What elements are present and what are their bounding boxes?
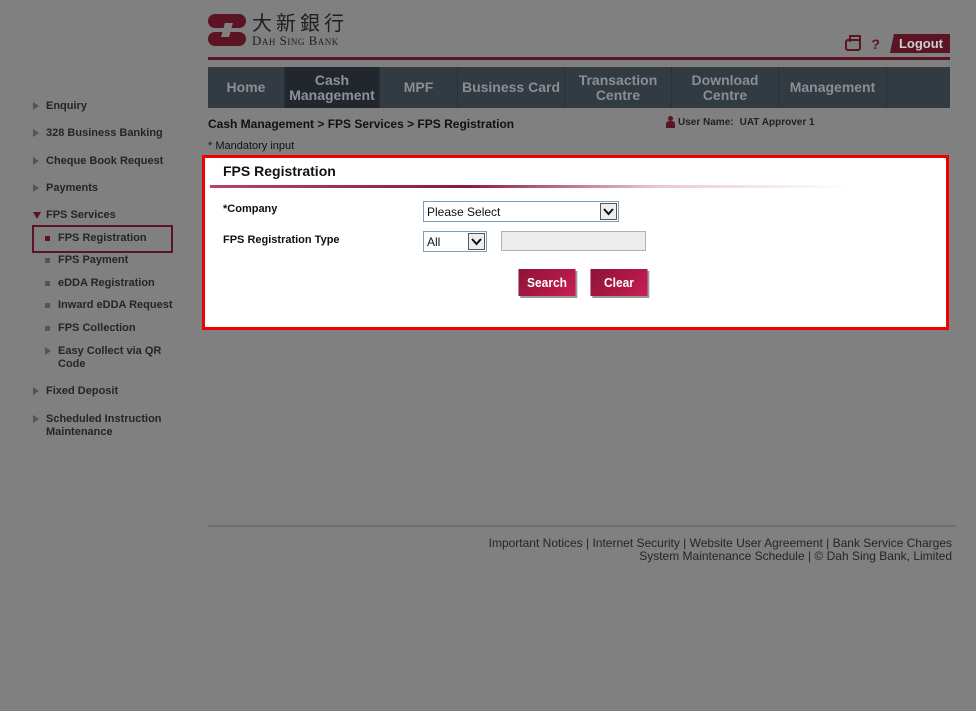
footer-link-system-maintenance-schedule[interactable]: System Maintenance Schedule <box>639 549 804 563</box>
footer: Important Notices | Internet Security | … <box>488 536 952 563</box>
sidebar-item-fixed-deposit[interactable]: Fixed Deposit <box>33 385 183 398</box>
nav-cash-management[interactable]: Cash Management <box>285 67 380 108</box>
panel-title: FPS Registration <box>223 163 336 179</box>
footer-link-important-notices[interactable]: Important Notices <box>489 536 583 550</box>
sidebar-subitem-inward-edda-request[interactable]: Inward eDDA Request <box>45 299 185 312</box>
company-label: *Company <box>223 203 278 215</box>
chevron-down-icon[interactable] <box>600 203 617 220</box>
fps-registration-panel: FPS Registration *Company Please Select … <box>202 155 949 330</box>
caret-right-icon <box>33 129 39 137</box>
sidebar-item-328-business-banking[interactable]: 328 Business Banking <box>33 127 183 140</box>
search-button[interactable]: Search <box>518 269 576 296</box>
copyright: © Dah Sing Bank, Limited <box>814 549 952 563</box>
caret-right-icon <box>33 415 39 423</box>
clear-button[interactable]: Clear <box>590 269 648 296</box>
company-select[interactable]: Please Select <box>423 201 619 222</box>
bullet-square-icon <box>45 281 50 286</box>
fps-registration-type-label: FPS Registration Type <box>223 234 340 246</box>
panel-title-divider <box>210 185 850 188</box>
fps-registration-id-input[interactable] <box>501 231 646 251</box>
company-select-value: Please Select <box>427 204 501 219</box>
user-name-value: UAT Approver 1 <box>739 116 815 128</box>
header-divider <box>208 57 950 60</box>
type-select-value: All <box>427 234 441 249</box>
top-tools: ? Logout <box>845 34 950 53</box>
nav-mpf[interactable]: MPF <box>380 67 458 108</box>
caret-right-icon <box>33 387 39 395</box>
user-info: User Name: UAT Approver 1 <box>666 116 815 128</box>
footer-divider <box>208 525 956 527</box>
bank-logo-icon <box>208 13 246 47</box>
nav-download-centre[interactable]: Download Centre <box>672 67 779 108</box>
nav-home[interactable]: Home <box>208 67 285 108</box>
footer-link-website-user-agreement[interactable]: Website User Agreement <box>690 536 823 550</box>
printer-icon[interactable] <box>845 35 862 51</box>
footer-link-internet-security[interactable]: Internet Security <box>592 536 679 550</box>
caret-right-icon <box>45 347 51 355</box>
breadcrumb: Cash Management > FPS Services > FPS Reg… <box>208 117 515 131</box>
dah-sing-bank-logo[interactable]: 大新銀行 Dah Sing Bank <box>208 12 348 48</box>
caret-right-icon <box>33 157 39 165</box>
bullet-square-icon <box>45 303 50 308</box>
user-name-label: User Name: <box>678 116 734 128</box>
fps-registration-type-select[interactable]: All <box>423 231 487 252</box>
main-nav: Home Cash Management MPF Business Card T… <box>208 67 950 108</box>
user-icon <box>666 116 675 128</box>
sidebar-item-scheduled-instruction-maintenance[interactable]: Scheduled Instruction Maintenance <box>33 413 178 439</box>
caret-right-icon <box>33 184 39 192</box>
logout-button[interactable]: Logout <box>889 34 950 53</box>
nav-transaction-centre[interactable]: Transaction Centre <box>565 67 672 108</box>
footer-link-bank-service-charges[interactable]: Bank Service Charges <box>833 536 952 550</box>
brand-name-cn: 大新銀行 <box>252 11 348 35</box>
mandatory-note: * Mandatory input <box>208 140 295 152</box>
sidebar-item-fps-services[interactable]: FPS Services <box>33 209 183 222</box>
sidebar-item-cheque-book-request[interactable]: Cheque Book Request <box>33 155 183 168</box>
chevron-down-icon[interactable] <box>468 233 485 250</box>
bullet-square-icon <box>45 326 50 331</box>
caret-right-icon <box>33 102 39 110</box>
sidebar-subitem-edda-registration[interactable]: eDDA Registration <box>45 277 185 290</box>
brand-name-en: Dah Sing Bank <box>252 33 339 48</box>
nav-business-card[interactable]: Business Card <box>458 67 565 108</box>
nav-management[interactable]: Management <box>779 67 887 108</box>
sidebar-item-payments[interactable]: Payments <box>33 182 183 195</box>
bullet-square-icon <box>45 258 50 263</box>
active-menu-highlight <box>32 225 173 253</box>
sidebar-subitem-fps-payment[interactable]: FPS Payment <box>45 254 185 267</box>
caret-down-icon <box>33 212 41 219</box>
sidebar-item-enquiry[interactable]: Enquiry <box>33 100 183 113</box>
help-icon[interactable]: ? <box>871 36 880 52</box>
sidebar-subitem-fps-collection[interactable]: FPS Collection <box>45 322 185 335</box>
sidebar-subitem-easy-collect-qr[interactable]: Easy Collect via QR Code <box>45 345 175 371</box>
